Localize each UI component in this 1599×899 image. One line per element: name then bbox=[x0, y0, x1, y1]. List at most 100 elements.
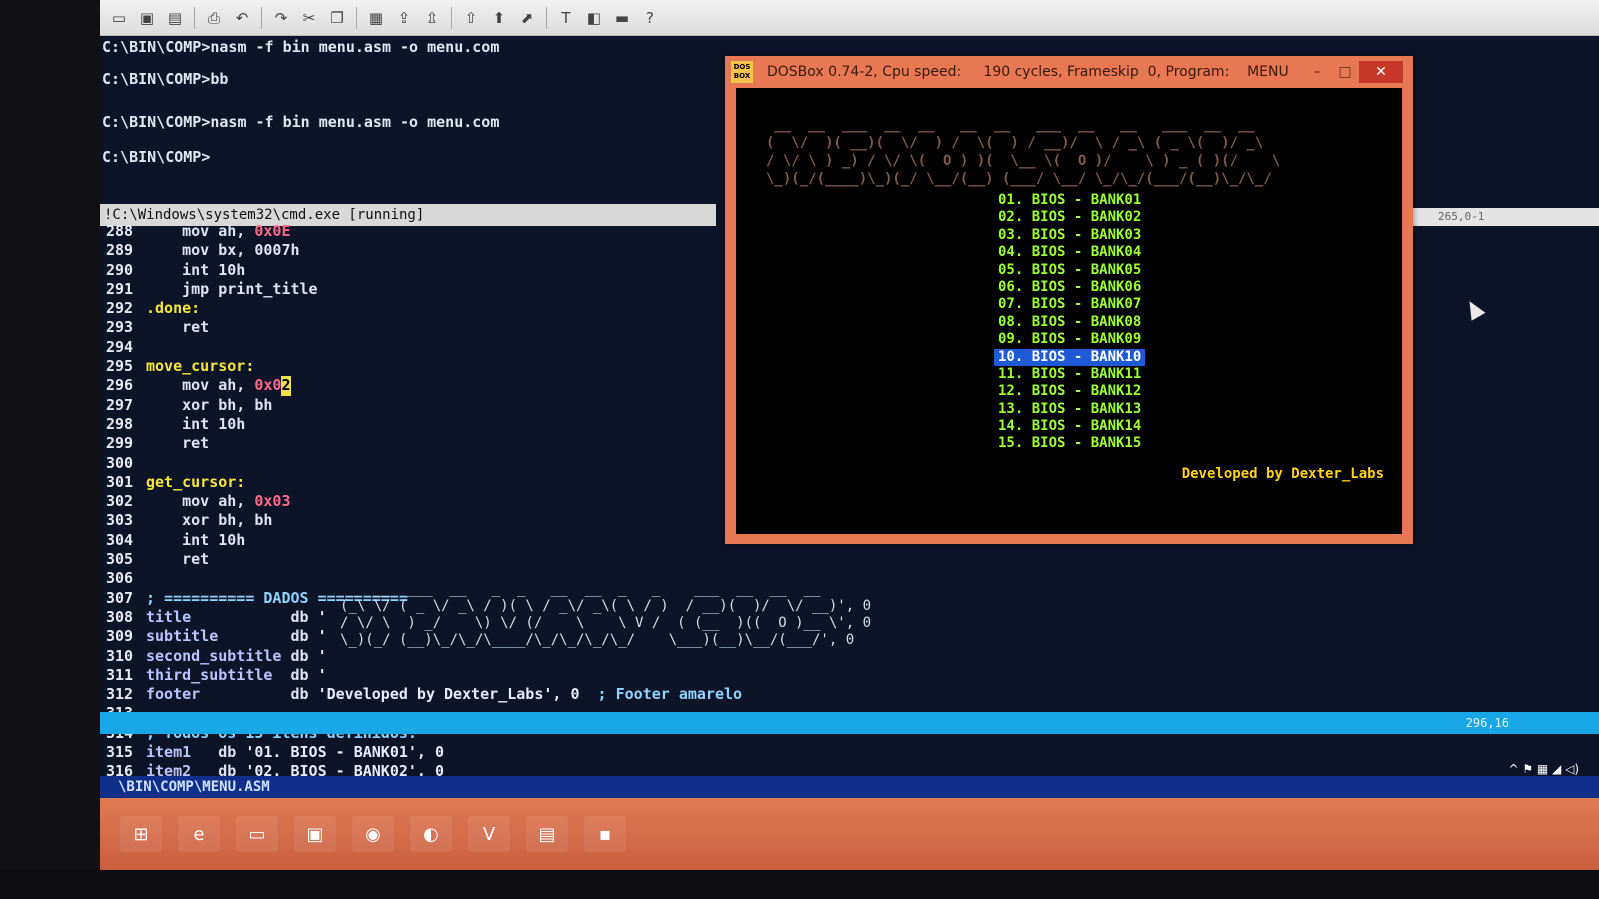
redo-icon[interactable]: ↷ bbox=[268, 5, 294, 31]
save-icon[interactable]: ▣ bbox=[134, 5, 160, 31]
undo-icon[interactable]: ↶ bbox=[229, 5, 255, 31]
code-token: mov ah, bbox=[146, 492, 255, 511]
bios-menu[interactable]: 01. BIOS - BANK01 02. BIOS - BANK02 03. BI… bbox=[994, 192, 1146, 453]
code-token: ' bbox=[317, 607, 327, 626]
menu-item[interactable]: 05. BIOS - BANK05 bbox=[994, 262, 1145, 279]
notepad-icon[interactable]: ▤ bbox=[526, 816, 568, 852]
edge-icon[interactable]: ◐ bbox=[410, 816, 452, 852]
dosbox-screen[interactable]: __ __ ___ __ __ __ __ ___ __ __ ___ __ _… bbox=[736, 88, 1402, 534]
minimize-button[interactable]: – bbox=[1303, 61, 1331, 83]
copy-icon[interactable]: ❐ bbox=[324, 5, 350, 31]
line-number: 306 bbox=[106, 569, 134, 588]
system-tray[interactable]: ^ ⚑ ▦ ◢ ◁) bbox=[1508, 762, 1579, 776]
line-number: 295 bbox=[106, 357, 134, 376]
code-token: int 10h bbox=[146, 530, 246, 549]
code-line[interactable]: 291 jmp print_title bbox=[106, 280, 742, 299]
dosbox-window[interactable]: DOS BOX DOSBox 0.74-2, Cpu speed: 190 cy… bbox=[725, 56, 1413, 544]
code-token: 'Developed by Dexter_Labs', 0 bbox=[317, 685, 580, 704]
code-line[interactable]: 300 bbox=[106, 454, 742, 473]
line-number: 296 bbox=[106, 376, 134, 395]
vim-icon[interactable]: V bbox=[468, 816, 510, 852]
code-line[interactable]: 311 third_subtitle db ' bbox=[106, 666, 742, 685]
code-line[interactable]: 292 .done: bbox=[106, 299, 742, 318]
code-token: 0x03 bbox=[254, 492, 291, 511]
windows-start-icon[interactable]: ⊞ bbox=[120, 816, 162, 852]
toolbar-separator bbox=[546, 6, 547, 29]
tag-icon[interactable]: T bbox=[553, 5, 579, 31]
menu-item[interactable]: 07. BIOS - BANK07 bbox=[994, 296, 1145, 313]
monitor-bezel-left bbox=[0, 0, 100, 899]
code-line[interactable]: 315 item1 db '01. BIOS - BANK01', 0 bbox=[106, 743, 742, 762]
code-line[interactable]: 303 xor bh, bh bbox=[106, 511, 742, 530]
menu-item[interactable]: 01. BIOS - BANK01 bbox=[994, 192, 1145, 209]
ie-icon[interactable]: e bbox=[178, 816, 220, 852]
window-ruler: 265,0-1 bbox=[1404, 208, 1599, 226]
run-script-icon[interactable]: ⇧ bbox=[458, 5, 484, 31]
code-line[interactable]: 305 ret bbox=[106, 550, 742, 569]
line-number: 311 bbox=[106, 665, 134, 684]
close-button[interactable]: ✕ bbox=[1359, 61, 1403, 83]
menu-item[interactable]: 13. BIOS - BANK13 bbox=[994, 401, 1145, 418]
code-token: ' bbox=[317, 627, 327, 646]
paste-icon[interactable]: ▦ bbox=[363, 5, 389, 31]
line-number: 309 bbox=[106, 627, 134, 646]
taskbar: ⊞ e ▭ ▣ ◉ ◐ V ▤ ▪ bbox=[100, 798, 1599, 870]
save-session-icon[interactable]: ⇫ bbox=[419, 5, 445, 31]
code-token: third_subtitle bbox=[146, 665, 273, 684]
code-line[interactable]: 296 mov ah, 0x0 2 bbox=[106, 376, 742, 396]
store-icon[interactable]: ▣ bbox=[294, 816, 336, 852]
line-number: 300 bbox=[106, 453, 134, 472]
code-line[interactable]: 301 get_cursor: bbox=[106, 473, 742, 492]
menu-item[interactable]: 15. BIOS - BANK15 bbox=[994, 435, 1145, 452]
dosbox-titlebar[interactable]: DOS BOX DOSBox 0.74-2, Cpu speed: 190 cy… bbox=[725, 56, 1413, 88]
code-line[interactable]: 299 ret bbox=[106, 434, 742, 453]
dosbox-logo-icon: DOS BOX bbox=[731, 61, 753, 83]
menu-item[interactable]: 09. BIOS - BANK09 bbox=[994, 331, 1145, 348]
code-line[interactable]: 290 int 10h bbox=[106, 261, 742, 280]
code-token: db bbox=[272, 665, 318, 684]
load-session-icon[interactable]: ⇪ bbox=[391, 5, 417, 31]
cut-icon[interactable]: ✂ bbox=[296, 5, 322, 31]
menu-item[interactable]: 06. BIOS - BANK06 bbox=[994, 279, 1145, 296]
menu-item[interactable]: 03. BIOS - BANK03 bbox=[994, 227, 1145, 244]
code-line[interactable]: 289 mov bx, 0007h bbox=[106, 241, 742, 260]
code-token: db bbox=[281, 646, 318, 665]
build-icon[interactable]: ⬈ bbox=[514, 5, 540, 31]
dosbox-icon[interactable]: ▪ bbox=[584, 816, 626, 852]
code-token: ret bbox=[146, 434, 210, 453]
open-icon[interactable]: ▭ bbox=[106, 5, 132, 31]
menu-item[interactable]: 08. BIOS - BANK08 bbox=[994, 314, 1145, 331]
explorer-icon[interactable]: ▭ bbox=[236, 816, 278, 852]
find-icon[interactable]: ? bbox=[637, 5, 663, 31]
code-line[interactable]: 295 move_cursor: bbox=[106, 357, 742, 376]
code-line[interactable]: 304 int 10h bbox=[106, 531, 742, 550]
code-token: item1 bbox=[146, 743, 192, 762]
toolbar-separator bbox=[261, 6, 262, 29]
line-number: 315 bbox=[106, 743, 134, 762]
menu-item-selected[interactable]: 10. BIOS - BANK10 bbox=[994, 348, 1146, 366]
save-all-icon[interactable]: ▤ bbox=[162, 5, 188, 31]
code-line[interactable]: 294 bbox=[106, 338, 742, 357]
menu-item[interactable]: 11. BIOS - BANK11 bbox=[994, 366, 1145, 383]
make-icon[interactable]: ⬆ bbox=[486, 5, 512, 31]
menu-footer: Developed by Dexter_Labs bbox=[1181, 466, 1384, 482]
code-line[interactable]: 288 mov ah, 0x0E bbox=[106, 222, 742, 241]
help-icon[interactable]: ▬ bbox=[609, 5, 635, 31]
code-line[interactable]: 302 mov ah, 0x03 bbox=[106, 492, 742, 511]
print-icon[interactable]: ⎙ bbox=[201, 5, 227, 31]
code-line[interactable]: 310 second_subtitle db ' bbox=[106, 647, 742, 666]
maximize-button[interactable]: □ bbox=[1331, 61, 1359, 83]
menu-item[interactable]: 14. BIOS - BANK14 bbox=[994, 418, 1145, 435]
toolbar-separator bbox=[356, 6, 357, 29]
menu-item[interactable]: 02. BIOS - BANK02 bbox=[994, 209, 1145, 226]
menu-item[interactable]: 12. BIOS - BANK12 bbox=[994, 383, 1145, 400]
code-line[interactable]: 312 footer db 'Developed by Dexter_Labs',… bbox=[106, 685, 742, 704]
code-line[interactable]: 298 int 10h bbox=[106, 415, 742, 434]
line-number: 305 bbox=[106, 550, 134, 569]
menu-item[interactable]: 04. BIOS - BANK04 bbox=[994, 244, 1145, 261]
code-line[interactable]: 297 xor bh, bh bbox=[106, 396, 742, 415]
code-token: 0x0 bbox=[254, 376, 282, 395]
find-help-icon[interactable]: ◧ bbox=[581, 5, 607, 31]
chrome-icon[interactable]: ◉ bbox=[352, 816, 394, 852]
code-line[interactable]: 293 ret bbox=[106, 318, 742, 337]
